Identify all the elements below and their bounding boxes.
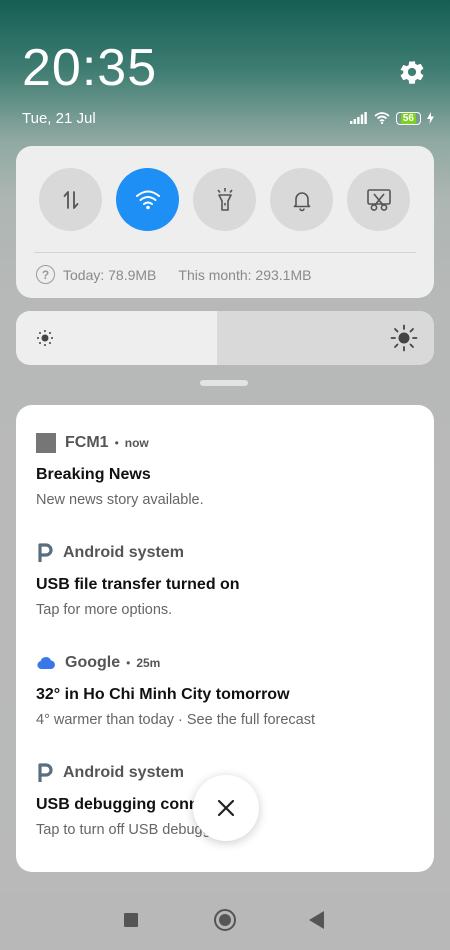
drag-handle[interactable]: [200, 380, 248, 386]
help-icon: ?: [36, 265, 55, 284]
status-icons: 56: [349, 110, 434, 126]
notification-app-name: FCM1: [65, 434, 109, 451]
date: Tue, 21 Jul: [22, 110, 96, 127]
data-usage[interactable]: ? Today: 78.9MB This month: 293.1MB: [36, 265, 311, 284]
notification-item[interactable]: Android system USB file transfer turned …: [36, 543, 414, 618]
android-system-icon: [38, 543, 53, 562]
toggle-sound[interactable]: [270, 168, 333, 231]
android-system-icon: [38, 763, 53, 782]
brightness-slider[interactable]: [16, 311, 434, 365]
notification-title: Breaking News: [36, 466, 151, 483]
brightness-low-icon: [37, 330, 53, 346]
scissors-icon: [366, 188, 391, 211]
toggle-screenshot[interactable]: [347, 168, 410, 231]
notification-time: now: [124, 436, 149, 450]
toggle-flashlight[interactable]: [193, 168, 256, 231]
notification-body: Tap for more options.: [36, 602, 173, 618]
battery-level: 56: [400, 112, 416, 124]
notification-title: USB file transfer turned on: [36, 576, 240, 593]
notification-item[interactable]: Google • 25m 32° in Ho Chi Minh City tom…: [36, 653, 414, 728]
bell-icon: [293, 191, 310, 211]
signal-icon: [349, 112, 367, 124]
data-arrows-icon: [63, 190, 78, 209]
recents-button[interactable]: [124, 913, 138, 927]
divider: [34, 252, 416, 253]
toggle-wifi[interactable]: [116, 168, 179, 231]
toggle-mobile-data[interactable]: [39, 168, 102, 231]
cloud-icon: [37, 657, 55, 669]
notification-app-name: Android system: [63, 764, 184, 781]
notification-item[interactable]: FCM1 • now Breaking News New news story …: [36, 433, 414, 508]
notification-app-name: Google: [65, 654, 121, 671]
wifi-icon: [135, 190, 160, 209]
navigation-bar: [0, 892, 450, 950]
usage-month: This month: 293.1MB: [178, 266, 312, 283]
wifi-status-icon: [374, 112, 390, 124]
charging-icon: [427, 112, 434, 124]
separator-dot: •: [114, 436, 119, 450]
close-icon: [217, 799, 235, 817]
notification-title: 32° in Ho Chi Minh City tomorrow: [36, 686, 290, 703]
quick-settings-panel: ? Today: 78.9MB This month: 293.1MB: [16, 146, 434, 298]
flashlight-icon: [216, 187, 233, 211]
clear-all-button[interactable]: [193, 775, 259, 841]
brightness-high-icon: [390, 324, 418, 352]
battery-indicator: 56: [395, 111, 421, 125]
notification-app-name: Android system: [63, 544, 184, 561]
back-button[interactable]: [309, 911, 324, 929]
notification-body: 4° warmer than today · See the full fore…: [36, 712, 316, 728]
gear-icon[interactable]: [398, 58, 426, 86]
app-square-icon: [36, 433, 56, 453]
home-button[interactable]: [214, 909, 236, 931]
notification-body: New news story available.: [36, 492, 204, 508]
clock: 20:35: [22, 39, 158, 97]
usage-today: Today: 78.9MB: [63, 266, 157, 283]
notification-time: 25m: [136, 656, 161, 670]
separator-dot: •: [126, 656, 131, 670]
